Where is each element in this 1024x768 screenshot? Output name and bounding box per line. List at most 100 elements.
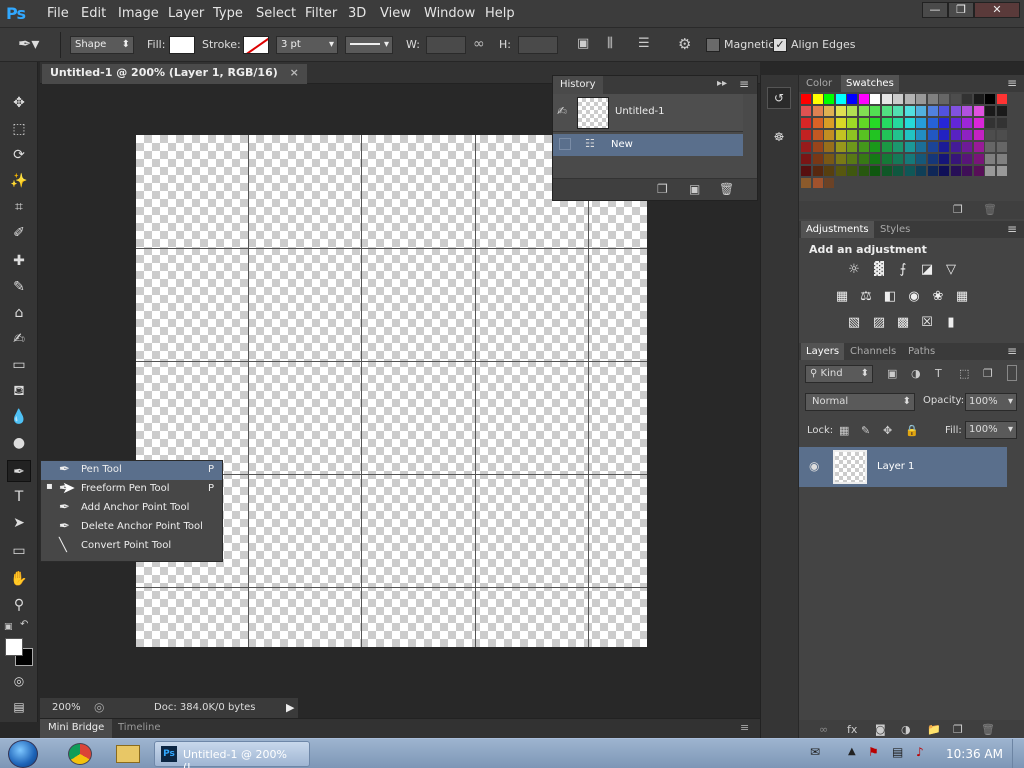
crop-tool-icon[interactable]: ⌗ bbox=[7, 196, 31, 218]
color-swatch[interactable] bbox=[904, 142, 915, 152]
color-swatch[interactable] bbox=[904, 130, 915, 140]
properties-panel-icon[interactable]: ☸ bbox=[767, 127, 791, 149]
color-swatch[interactable] bbox=[893, 118, 903, 128]
color-swatch[interactable] bbox=[927, 130, 938, 140]
photo-filter-icon[interactable]: ◉ bbox=[905, 289, 923, 305]
tool-mode-select[interactable]: Shape ⬍ bbox=[70, 36, 134, 54]
color-swatch[interactable] bbox=[973, 166, 984, 176]
hand-tool-icon[interactable]: ✋ bbox=[7, 568, 31, 590]
color-swatch[interactable] bbox=[870, 154, 880, 164]
color-swatch[interactable] bbox=[801, 178, 811, 188]
color-swatch[interactable] bbox=[996, 166, 1007, 176]
fill-field[interactable]: 100% ▾ bbox=[965, 421, 1017, 439]
color-swatch[interactable] bbox=[904, 118, 915, 128]
color-swatch[interactable] bbox=[950, 130, 961, 140]
paint-bucket-tool-icon[interactable]: ⛾ bbox=[7, 380, 31, 402]
color-swatch[interactable] bbox=[950, 154, 961, 164]
show-desktop-button[interactable] bbox=[1012, 739, 1024, 768]
color-swatch[interactable] bbox=[835, 142, 846, 152]
tab-layers[interactable]: Layers bbox=[801, 343, 845, 360]
color-swatch[interactable] bbox=[801, 118, 811, 128]
color-swatch[interactable] bbox=[870, 94, 880, 104]
new-layer-icon[interactable]: ❐ bbox=[953, 723, 963, 736]
stroke-width-field[interactable]: 3 pt ▾ bbox=[276, 36, 338, 54]
color-swatch[interactable] bbox=[962, 130, 972, 140]
color-swatch[interactable] bbox=[962, 142, 972, 152]
adjustment-layer-icon[interactable]: ◑ bbox=[901, 723, 911, 736]
color-swatch[interactable] bbox=[996, 130, 1007, 140]
opacity-field[interactable]: 100% ▾ bbox=[965, 393, 1017, 411]
action-center-icon[interactable]: ✉ bbox=[810, 745, 820, 759]
gradient-map-icon[interactable]: ▮ bbox=[942, 315, 960, 331]
color-swatch[interactable] bbox=[881, 118, 892, 128]
exposure-icon[interactable]: ◪ bbox=[918, 262, 936, 278]
tab-history[interactable]: History bbox=[553, 76, 603, 94]
color-swatch[interactable] bbox=[985, 142, 995, 152]
panel-menu-icon[interactable]: ≡ bbox=[740, 721, 749, 734]
menu-layer[interactable]: Layer bbox=[168, 6, 204, 21]
menu-view[interactable]: View bbox=[380, 6, 411, 21]
lock-image-icon[interactable]: ✎ bbox=[861, 424, 870, 437]
color-swatch[interactable] bbox=[858, 142, 869, 152]
color-swatch[interactable] bbox=[950, 142, 961, 152]
layer-row[interactable]: ◉ Layer 1 bbox=[799, 447, 1007, 487]
document-tab[interactable]: Untitled-1 @ 200% (Layer 1, RGB/16) × bbox=[42, 64, 307, 84]
tab-timeline[interactable]: Timeline bbox=[118, 722, 161, 733]
path-selection-tool-icon[interactable]: ➤ bbox=[7, 512, 31, 534]
color-swatch[interactable] bbox=[962, 94, 972, 104]
color-swatch[interactable] bbox=[973, 106, 984, 116]
color-swatch[interactable] bbox=[858, 130, 869, 140]
color-swatch[interactable] bbox=[916, 106, 926, 116]
color-swatch[interactable] bbox=[985, 154, 995, 164]
stroke-type-select[interactable]: ▾ bbox=[345, 36, 393, 54]
color-swatch[interactable] bbox=[973, 142, 984, 152]
rectangle-tool-icon[interactable]: ▭ bbox=[7, 540, 31, 562]
levels-icon[interactable]: ▓ bbox=[870, 262, 888, 278]
marquee-tool-icon[interactable]: ⬚ bbox=[7, 118, 31, 140]
posterize-icon[interactable]: ▨ bbox=[870, 315, 888, 331]
color-swatch[interactable] bbox=[939, 118, 949, 128]
start-button[interactable] bbox=[8, 740, 38, 768]
folder-icon[interactable]: 📁 bbox=[927, 723, 941, 736]
color-swatch[interactable] bbox=[904, 166, 915, 176]
blur-tool-icon[interactable]: 💧 bbox=[7, 406, 31, 428]
stroke-swatch[interactable] bbox=[243, 36, 269, 54]
show-hidden-icons[interactable]: ▲ bbox=[848, 746, 856, 757]
color-swatch[interactable] bbox=[812, 118, 823, 128]
tab-swatches[interactable]: Swatches bbox=[841, 75, 899, 92]
tab-mini-bridge[interactable]: Mini Bridge bbox=[40, 719, 113, 738]
blend-mode-select[interactable]: Normal ⬍ bbox=[805, 393, 915, 411]
dodge-tool-icon[interactable]: ● bbox=[7, 432, 31, 454]
tab-color[interactable]: Color bbox=[801, 75, 837, 92]
color-swatch[interactable] bbox=[858, 94, 869, 104]
type-filter-icon[interactable]: T bbox=[935, 367, 942, 380]
color-swatch[interactable] bbox=[801, 142, 811, 152]
color-swatch[interactable] bbox=[835, 106, 846, 116]
color-swatch[interactable] bbox=[858, 118, 869, 128]
brightness-contrast-icon[interactable]: ☼ bbox=[845, 262, 863, 278]
color-swatch[interactable] bbox=[950, 94, 961, 104]
color-swatch[interactable] bbox=[893, 130, 903, 140]
color-swatch[interactable] bbox=[985, 118, 995, 128]
color-swatch[interactable] bbox=[847, 106, 857, 116]
taskbar-photoshop-button[interactable]: Ps Untitled-1 @ 200% (L... bbox=[154, 741, 310, 768]
eye-icon[interactable]: ◉ bbox=[809, 459, 819, 473]
color-swatch[interactable] bbox=[985, 130, 995, 140]
color-swatch[interactable] bbox=[916, 154, 926, 164]
color-swatch[interactable] bbox=[893, 142, 903, 152]
color-swatch[interactable] bbox=[939, 154, 949, 164]
color-swatch[interactable] bbox=[881, 142, 892, 152]
color-swatch[interactable] bbox=[881, 106, 892, 116]
layer-style-icon[interactable]: fx bbox=[847, 723, 857, 736]
color-swatch[interactable] bbox=[916, 142, 926, 152]
new-document-from-state-icon[interactable]: ❐ bbox=[657, 182, 668, 196]
swatch-grid[interactable] bbox=[801, 94, 1009, 190]
screen-mode-icon[interactable]: ▤ bbox=[7, 696, 31, 718]
menu-file[interactable]: File bbox=[47, 6, 69, 21]
hue-saturation-icon[interactable]: ▦ bbox=[833, 289, 851, 305]
color-swatch[interactable] bbox=[881, 154, 892, 164]
color-swatch[interactable] bbox=[801, 166, 811, 176]
color-swatch[interactable] bbox=[962, 106, 972, 116]
color-swatch[interactable] bbox=[893, 154, 903, 164]
history-state-new[interactable]: ☷ New bbox=[553, 134, 743, 156]
